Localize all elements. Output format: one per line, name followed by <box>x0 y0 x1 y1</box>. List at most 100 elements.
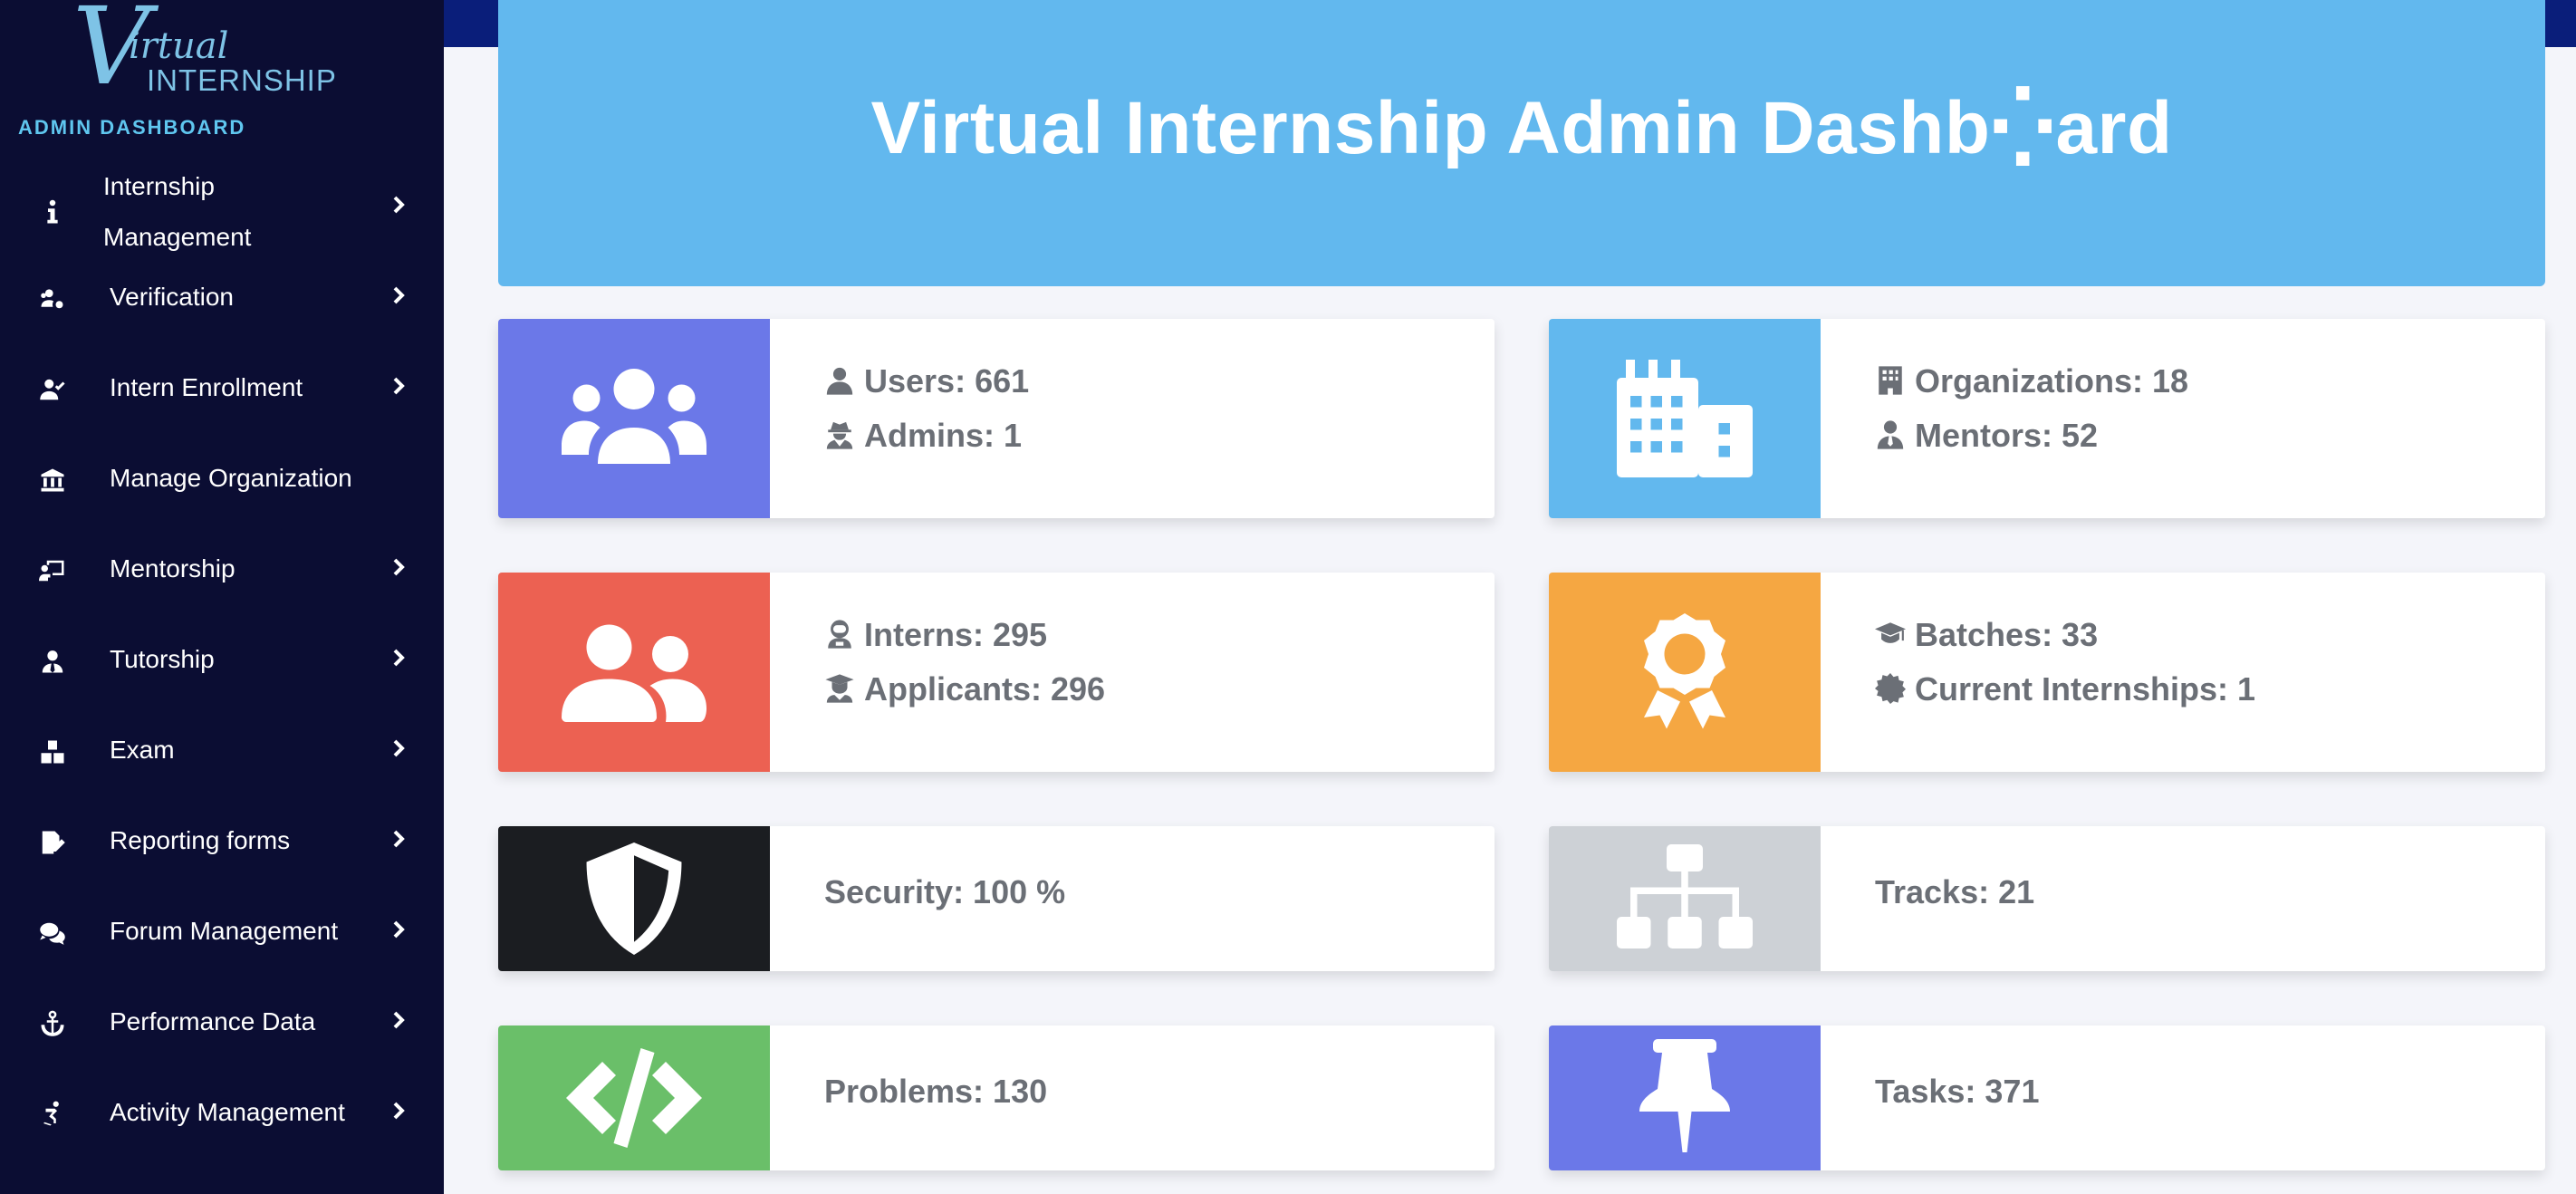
sidebar-item-label: Reporting forms <box>110 826 291 854</box>
stat-line: Organizations: 18 <box>1875 362 2188 400</box>
sidebar-item-verification[interactable]: Verification <box>0 263 444 344</box>
cubes-icon <box>36 736 69 768</box>
current-internships-count: Current Internships: 1 <box>1915 670 2256 708</box>
user-icon <box>824 365 855 396</box>
stat-line: Batches: 33 <box>1875 616 2098 654</box>
chevron-right-icon <box>388 919 409 940</box>
chevron-right-icon <box>388 1009 409 1031</box>
sidebar-item-exam[interactable]: Exam <box>0 716 444 797</box>
card-icon-box <box>498 1025 770 1170</box>
sidebar-item-label: Activity Management <box>110 1098 345 1126</box>
stat-line: Applicants: 296 <box>824 670 1105 708</box>
users-icon <box>562 369 706 464</box>
admin-dashboard-label: ADMIN DASHBOARD <box>18 116 246 139</box>
dashboard-page: { "brand": { "logo_v": "V", "logo_word1"… <box>0 0 2576 1194</box>
stat-line: Interns: 295 <box>824 616 1047 654</box>
sidebar-item-mentorship[interactable]: Mentorship <box>0 534 444 616</box>
stat-card-interns[interactable]: Interns: 295 Applicants: 296 <box>498 573 1495 772</box>
shield-icon <box>586 843 682 955</box>
sidebar-item-manage-organization[interactable]: Manage Organization <box>0 444 444 525</box>
dashboard-banner: Virtual Internship Admin Dashb⁛ard <box>498 0 2545 286</box>
card-icon-box <box>1549 1025 1821 1170</box>
graduation-cap-icon <box>1875 619 1906 650</box>
chevron-right-icon <box>388 194 409 216</box>
skating-icon <box>36 1098 69 1131</box>
user-friends-icon <box>562 624 706 722</box>
building-icon <box>1617 360 1753 477</box>
thumbtack-icon <box>1639 1039 1730 1152</box>
chalkboard-teacher-icon <box>36 554 69 587</box>
user-tie-small-icon <box>1875 419 1906 450</box>
sidebar-item-label: Mentorship <box>110 554 235 583</box>
users-count: Users: 661 <box>864 362 1030 400</box>
stat-card-security[interactable]: Security: 100 % <box>498 826 1495 971</box>
sidebar-item-tutorship[interactable]: Tutorship <box>0 625 444 707</box>
chevron-right-icon <box>388 1100 409 1122</box>
sidebar-item-label: Intern Enrollment <box>110 373 303 401</box>
sidebar-item-label: Internship Management <box>103 172 252 251</box>
card-icon-box <box>498 573 770 772</box>
chevron-right-icon <box>388 737 409 759</box>
award-icon <box>1644 613 1725 729</box>
stat-card-organizations[interactable]: Organizations: 18 Mentors: 52 <box>1549 319 2545 518</box>
users-cog-icon <box>36 283 69 315</box>
chevron-right-icon <box>388 375 409 397</box>
stat-card-batches[interactable]: Batches: 33 Current Internships: 1 <box>1549 573 2545 772</box>
mentors-count: Mentors: 52 <box>1915 417 2099 454</box>
organizations-count: Organizations: 18 <box>1915 362 2189 400</box>
chevron-right-icon <box>388 284 409 306</box>
user-graduate-icon <box>824 673 855 704</box>
tracks-value: Tracks: 21 <box>1875 873 2035 910</box>
sidebar-item-reporting-forms[interactable]: Reporting forms <box>0 806 444 888</box>
stat-line: Mentors: 52 <box>1875 417 2098 455</box>
comments-icon <box>36 917 69 949</box>
sidebar-item-label: Performance Data <box>110 1007 316 1035</box>
sidebar-item-label: Manage Organization <box>110 464 352 492</box>
applicants-count: Applicants: 296 <box>864 670 1106 708</box>
stat-card-tracks[interactable]: Tracks: 21 <box>1549 826 2545 971</box>
user-tie-icon <box>36 645 69 678</box>
batches-count: Batches: 33 <box>1915 616 2099 653</box>
stat-card-problems[interactable]: Problems: 130 <box>498 1025 1495 1170</box>
card-icon-box <box>498 826 770 971</box>
interns-count: Interns: 295 <box>864 616 1048 653</box>
chevron-right-icon <box>388 647 409 669</box>
anchor-icon <box>36 1007 69 1040</box>
user-secret-icon <box>824 419 855 450</box>
stat-card-tasks[interactable]: Tasks: 371 <box>1549 1025 2545 1170</box>
chevron-right-icon <box>388 556 409 578</box>
stat-line: Current Internships: 1 <box>1875 670 2255 708</box>
stat-line: Admins: 1 <box>824 417 1022 455</box>
admins-count: Admins: 1 <box>864 417 1023 454</box>
sidebar-item-label: Forum Management <box>110 917 339 945</box>
file-signature-icon <box>36 826 69 859</box>
sidebar-item-performance-data[interactable]: Performance Data <box>0 987 444 1069</box>
page-title: Virtual Internship Admin Dashb⁛ard <box>870 86 2173 169</box>
sidebar-item-internship-management[interactable]: Internship Management <box>0 161 444 261</box>
landmark-icon <box>36 464 69 496</box>
certificate-icon <box>1875 673 1906 704</box>
card-icon-box <box>498 319 770 518</box>
code-icon <box>566 1048 702 1148</box>
security-value: Security: 100 % <box>824 873 1066 910</box>
sidebar-item-label: Tutorship <box>110 645 215 673</box>
chevron-right-icon <box>388 828 409 850</box>
card-icon-box <box>1549 826 1821 971</box>
tasks-value: Tasks: 371 <box>1875 1073 2040 1110</box>
sidebar-item-label: Exam <box>110 736 175 764</box>
logo-word-internship: INTERNSHIP <box>147 63 337 97</box>
building-small-icon <box>1875 365 1906 396</box>
sitemap-icon <box>1617 844 1753 948</box>
sidebar-item-label: Verification <box>110 283 234 311</box>
user-check-icon <box>36 373 69 406</box>
stat-card-users[interactable]: Users: 661 Admins: 1 <box>498 319 1495 518</box>
sidebar-item-intern-enrollment[interactable]: Intern Enrollment <box>0 353 444 435</box>
sidebar: V irtual INTERNSHIP ADMIN DASHBOARD Inte… <box>0 0 444 1194</box>
info-icon <box>36 196 69 228</box>
logo[interactable]: V irtual INTERNSHIP <box>72 0 371 100</box>
sidebar-item-activity-management[interactable]: Activity Management <box>0 1078 444 1160</box>
user-astronaut-icon <box>824 619 855 650</box>
sidebar-item-forum-management[interactable]: Forum Management <box>0 897 444 978</box>
stat-line: Users: 661 <box>824 362 1029 400</box>
card-icon-box <box>1549 573 1821 772</box>
